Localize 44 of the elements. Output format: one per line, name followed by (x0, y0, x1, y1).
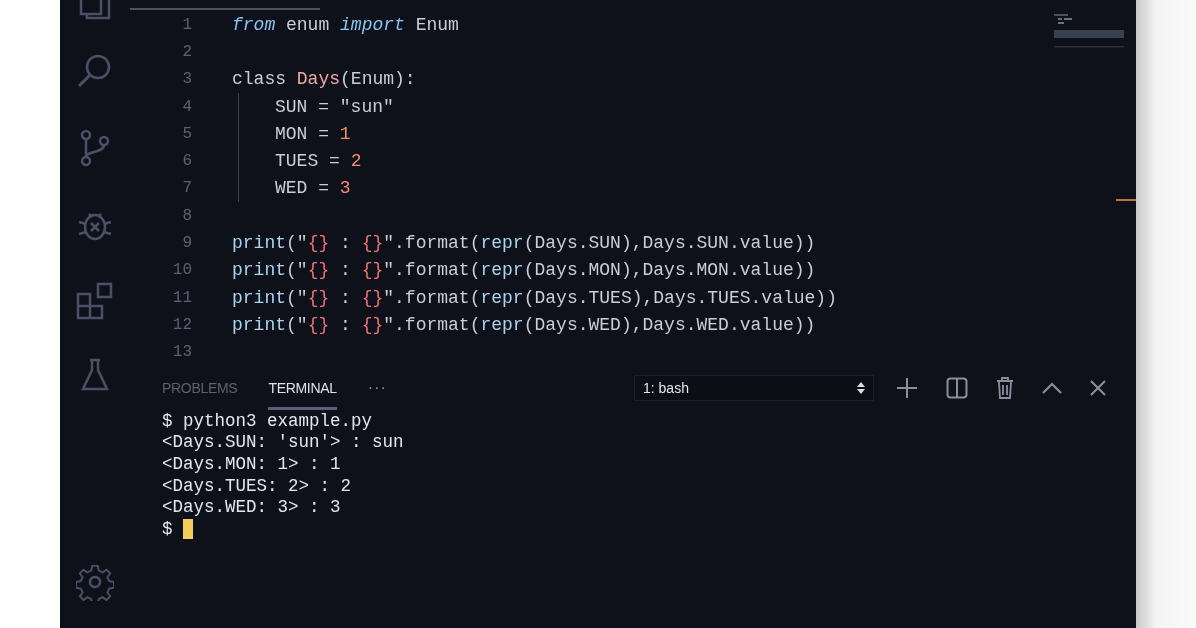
code-line: TUES = 2 (275, 151, 362, 172)
trash-icon[interactable] (996, 377, 1014, 399)
line-number: 5 (181, 124, 192, 143)
more-button[interactable]: ··· (367, 379, 387, 397)
flask-icon[interactable] (80, 358, 110, 392)
terminal-line: <Days.SUN: 'sun'> : sun (162, 432, 404, 453)
code-line: from enum import Enum (232, 14, 459, 35)
chevron-up-icon[interactable] (1042, 382, 1062, 394)
line-number: 11 (171, 288, 192, 307)
code-line: print("{} : {}".format(repr(Days.TUES),Days.TUES.value)) (232, 287, 837, 308)
scrollbar-marker (1116, 199, 1136, 201)
terminal-line: <Days.WED: 3> : 3 (162, 497, 341, 518)
settings-icon[interactable] (76, 563, 114, 601)
terminal-line: $ (162, 518, 173, 539)
line-number: 3 (181, 70, 192, 89)
line-number: 8 (181, 206, 192, 225)
terminal-line: <Days.MON: 1> : 1 (162, 454, 341, 474)
line-number: 6 (181, 152, 192, 171)
terminal-line: <Days.TUES: 2> : 2 (162, 475, 352, 496)
code-line: print("{} : {}".format(repr(Days.MON),Days.MON.value)) (232, 260, 816, 281)
panel-tab[interactable]: TERMINAL (268, 366, 337, 410)
updown-arrows-icon (857, 381, 865, 395)
extensions-icon[interactable] (76, 282, 114, 320)
code-line: print("{} : {}".format(repr(Days.SUN),Days.SUN.value)) (232, 233, 816, 253)
close-icon[interactable] (1090, 380, 1106, 396)
line-number: 7 (181, 179, 192, 198)
line-number: 1 (181, 15, 192, 34)
line-number: 9 (181, 234, 192, 252)
source-control-icon[interactable] (78, 128, 112, 168)
terminal-select[interactable]: 1: bash (634, 375, 874, 401)
line-number: 10 (171, 261, 192, 280)
code-line: print("{} : {}".format(repr(Days.WED),Days.WED.value)) (232, 314, 816, 335)
files-icon[interactable] (77, 0, 113, 20)
line-number: 4 (181, 97, 192, 116)
terminal-line: $ python3 example.py (162, 410, 373, 431)
code-line: class Days(Enum): (232, 69, 416, 90)
plus-icon[interactable] (896, 377, 918, 399)
code-line: WED = 3 (275, 178, 351, 199)
line-number: 13 (171, 343, 192, 362)
line-number: 2 (181, 42, 192, 61)
line-number: 12 (171, 315, 192, 334)
code-line: MON = 1 (275, 123, 351, 144)
split-icon[interactable] (946, 377, 968, 399)
code-line: SUN = "sun" (275, 96, 394, 117)
